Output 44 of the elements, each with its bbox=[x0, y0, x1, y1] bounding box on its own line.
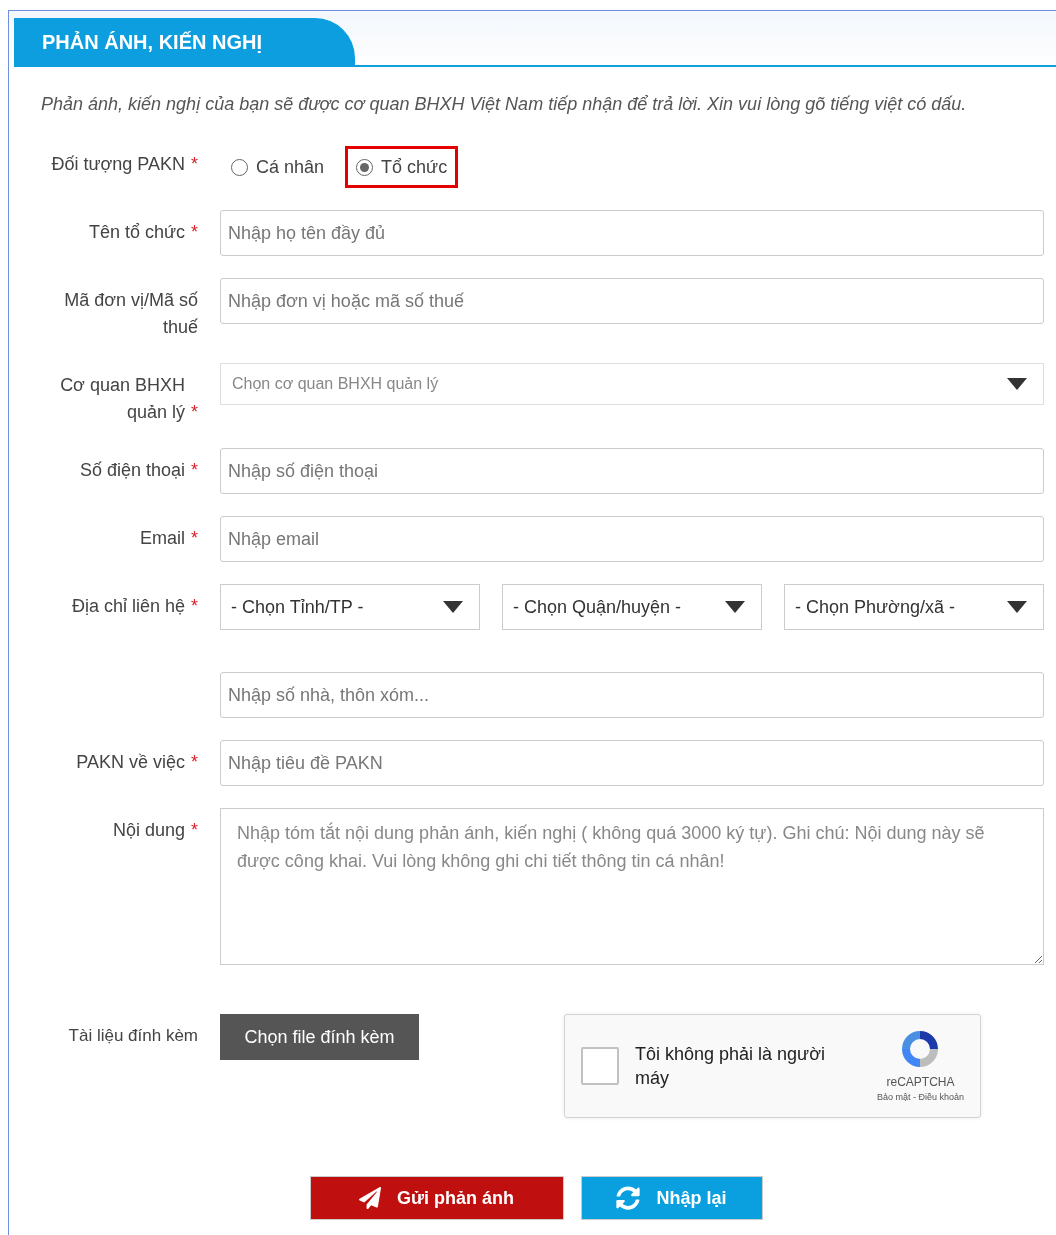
text-field[interactable]: Nhập email bbox=[220, 516, 1044, 562]
field-label: Mã đơn vị/Mã số thuế bbox=[63, 289, 198, 339]
privacy-terms-link[interactable]: Bảo mật - Điều khoản bbox=[876, 1091, 964, 1105]
dropdown-caret-icon bbox=[443, 601, 463, 613]
radio-option[interactable]: Cá nhân bbox=[220, 146, 336, 188]
field-label: PAKN về việc bbox=[76, 751, 185, 774]
field-label: Email bbox=[139, 527, 185, 550]
paper-plane-icon bbox=[358, 1187, 381, 1209]
captcha-checkbox[interactable] bbox=[581, 1047, 619, 1085]
text-field[interactable]: Nhập số nhà, thôn xóm... bbox=[220, 672, 1044, 718]
required-mark: * bbox=[191, 153, 198, 176]
required-mark: * bbox=[191, 819, 198, 842]
dropdown-caret-icon bbox=[1007, 601, 1027, 613]
captcha-label: Tôi không phải là người máy bbox=[635, 1043, 826, 1090]
required-mark: * bbox=[191, 595, 198, 618]
required-mark: * bbox=[191, 221, 198, 244]
dropdown-caret-icon bbox=[725, 601, 745, 613]
required-mark: * bbox=[191, 401, 198, 424]
field-label: Đối tượng PAKN bbox=[51, 153, 185, 176]
field-label: Tài liệu đính kèm bbox=[68, 1026, 198, 1045]
field-label: Cơ quan BHXH quản lý bbox=[59, 374, 185, 424]
text-field[interactable]: Nhập đơn vị hoặc mã số thuế bbox=[220, 278, 1044, 324]
submit-button[interactable]: Gửi phản ánh bbox=[309, 1176, 564, 1220]
dropdown-field[interactable]: - Chọn Tỉnh/TP - bbox=[220, 584, 480, 630]
content-textarea[interactable]: Nhập tóm tắt nội dung phản ánh, kiến nghị ( không quá 3000 ký tự). Ghi chú: Nội dung này sẽ được công khai. Vui lòng không ghi chi tiết thông tin cá nhân! bbox=[220, 808, 1044, 965]
text-field[interactable]: Nhập họ tên đầy đủ bbox=[220, 210, 1044, 256]
dropdown-caret-icon bbox=[1007, 378, 1027, 390]
required-mark: * bbox=[191, 751, 198, 774]
field-label: Số điện thoại bbox=[79, 459, 185, 482]
refresh-icon bbox=[616, 1186, 641, 1210]
field-label: Nội dung bbox=[112, 819, 185, 842]
recaptcha-brand: reCAPTCHA bbox=[886, 1074, 955, 1092]
field-label: Tên tổ chức bbox=[88, 221, 185, 244]
radio-option[interactable]: Tổ chức bbox=[345, 146, 459, 188]
dropdown-field[interactable]: - Chọn Quận/huyện - bbox=[502, 584, 762, 630]
field-label: Địa chỉ liên hệ bbox=[71, 595, 185, 618]
dropdown-field[interactable]: Chọn cơ quan BHXH quản lý bbox=[220, 363, 1044, 405]
choose-file-button[interactable]: Chọn file đính kèm bbox=[220, 1014, 419, 1060]
text-field[interactable]: Nhập số điện thoại bbox=[220, 448, 1044, 494]
required-mark: * bbox=[191, 459, 198, 482]
required-mark: * bbox=[191, 527, 198, 550]
text-field[interactable]: Nhập tiêu đề PAKN bbox=[220, 740, 1044, 786]
dropdown-field[interactable]: - Chọn Phường/xã - bbox=[784, 584, 1044, 630]
intro-text: Phản ánh, kiến nghị của bạn sẽ được cơ quan BHXH Việt Nam tiếp nhận để trả lời. Xin vui lòng gõ tiếng việt có dấu. bbox=[41, 93, 968, 116]
